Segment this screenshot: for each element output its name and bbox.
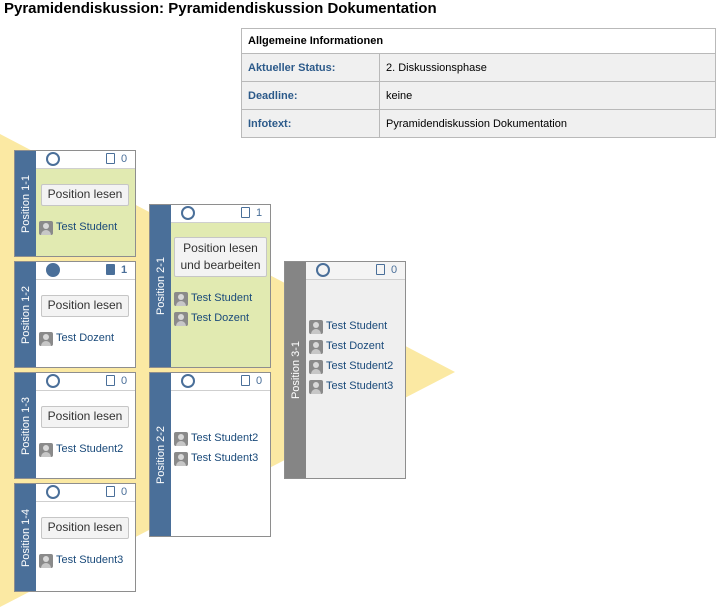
- member-name[interactable]: Test Dozent: [326, 340, 384, 352]
- position-2-1-card: Position 2-1 1 Position lesen und bearbe…: [149, 204, 271, 368]
- read-position-button[interactable]: Position lesen: [41, 406, 129, 428]
- user-avatar-icon: [39, 332, 53, 346]
- user-avatar-icon: [309, 320, 323, 334]
- user-avatar-icon: [309, 380, 323, 394]
- user-avatar-icon: [39, 221, 53, 235]
- member-name[interactable]: Test Student2: [191, 432, 258, 444]
- member-name[interactable]: Test Dozent: [191, 312, 249, 324]
- document-icon: [241, 375, 250, 386]
- position-1-3-label: Position 1-3: [19, 396, 32, 455]
- member-name[interactable]: Test Student3: [191, 452, 258, 464]
- button-line-2: und bearbeiten: [180, 258, 261, 272]
- document-count: 0: [391, 264, 398, 276]
- read-position-button[interactable]: Position lesen: [41, 517, 129, 539]
- status-circle-icon: [316, 263, 330, 277]
- position-2-2-card: Position 2-2 0 Test Student2 Test Studen…: [149, 372, 271, 537]
- member-name[interactable]: Test Student2: [326, 360, 393, 372]
- document-count: 0: [121, 486, 128, 498]
- document-count: 1: [256, 207, 263, 219]
- document-filled-icon: [106, 264, 115, 275]
- button-line-1: Position lesen: [183, 241, 258, 255]
- position-1-2-card: Position 1-2 1 Position lesen Test Dozen…: [14, 261, 136, 368]
- position-1-3-sidebar: Position 1-3: [15, 373, 36, 478]
- document-count: 0: [256, 375, 263, 387]
- document-icon: [106, 153, 115, 164]
- user-avatar-icon: [309, 340, 323, 354]
- read-and-edit-position-button[interactable]: Position lesen und bearbeiten: [174, 237, 267, 277]
- user-avatar-icon: [174, 312, 188, 326]
- user-avatar-icon: [39, 554, 53, 568]
- position-3-1-sidebar: Position 3-1: [285, 262, 306, 478]
- read-position-button[interactable]: Position lesen: [41, 295, 129, 317]
- member-name[interactable]: Test Student2: [56, 443, 123, 455]
- user-avatar-icon: [39, 443, 53, 457]
- status-circle-icon: [46, 374, 60, 388]
- position-1-1-card: Position 1-1 0 Position lesen Test Stude…: [14, 150, 136, 257]
- position-1-3-card: Position 1-3 0 Position lesen Test Stude…: [14, 372, 136, 479]
- position-1-4-sidebar: Position 1-4: [15, 484, 36, 591]
- position-3-1-card: Position 3-1 0 Test Student Test Dozent …: [284, 261, 406, 479]
- position-2-1-label: Position 2-1: [154, 256, 167, 316]
- document-icon: [376, 264, 385, 275]
- document-icon: [106, 375, 115, 386]
- user-avatar-icon: [174, 292, 188, 306]
- status-circle-icon: [46, 152, 60, 166]
- position-1-3-toolbar: 0: [36, 373, 135, 391]
- position-2-2-sidebar: Position 2-2: [150, 373, 171, 536]
- position-1-1-label: Position 1-1: [19, 174, 32, 233]
- position-2-1-toolbar: 1: [171, 205, 270, 223]
- position-3-1-toolbar: 0: [306, 262, 405, 280]
- status-circle-filled-icon: [46, 263, 60, 277]
- position-1-2-label: Position 1-2: [19, 285, 32, 344]
- member-name[interactable]: Test Student: [191, 292, 252, 304]
- member-name[interactable]: Test Student: [56, 221, 117, 233]
- position-2-1-sidebar: Position 2-1: [150, 205, 171, 367]
- user-avatar-icon: [174, 452, 188, 466]
- position-2-2-toolbar: 0: [171, 373, 270, 391]
- user-avatar-icon: [309, 360, 323, 374]
- position-1-4-label: Position 1-4: [19, 508, 32, 567]
- member-name[interactable]: Test Student3: [326, 380, 393, 392]
- position-1-2-toolbar: 1: [36, 262, 135, 280]
- document-count: 0: [121, 153, 128, 165]
- position-3-1-label: Position 3-1: [289, 340, 302, 400]
- user-avatar-icon: [174, 432, 188, 446]
- status-circle-icon: [181, 206, 195, 220]
- member-name[interactable]: Test Dozent: [56, 332, 114, 344]
- position-1-4-toolbar: 0: [36, 484, 135, 502]
- position-1-1-toolbar: 0: [36, 151, 135, 169]
- position-2-2-label: Position 2-2: [154, 425, 167, 484]
- status-circle-icon: [181, 374, 195, 388]
- document-icon: [106, 486, 115, 497]
- member-name[interactable]: Test Student3: [56, 554, 123, 566]
- position-1-2-sidebar: Position 1-2: [15, 262, 36, 367]
- position-1-4-card: Position 1-4 0 Position lesen Test Stude…: [14, 483, 136, 592]
- read-position-button[interactable]: Position lesen: [41, 184, 129, 206]
- document-icon: [241, 207, 250, 218]
- member-name[interactable]: Test Student: [326, 320, 387, 332]
- position-1-1-sidebar: Position 1-1: [15, 151, 36, 256]
- status-circle-icon: [46, 485, 60, 499]
- document-count: 1: [121, 264, 128, 276]
- document-count: 0: [121, 375, 128, 387]
